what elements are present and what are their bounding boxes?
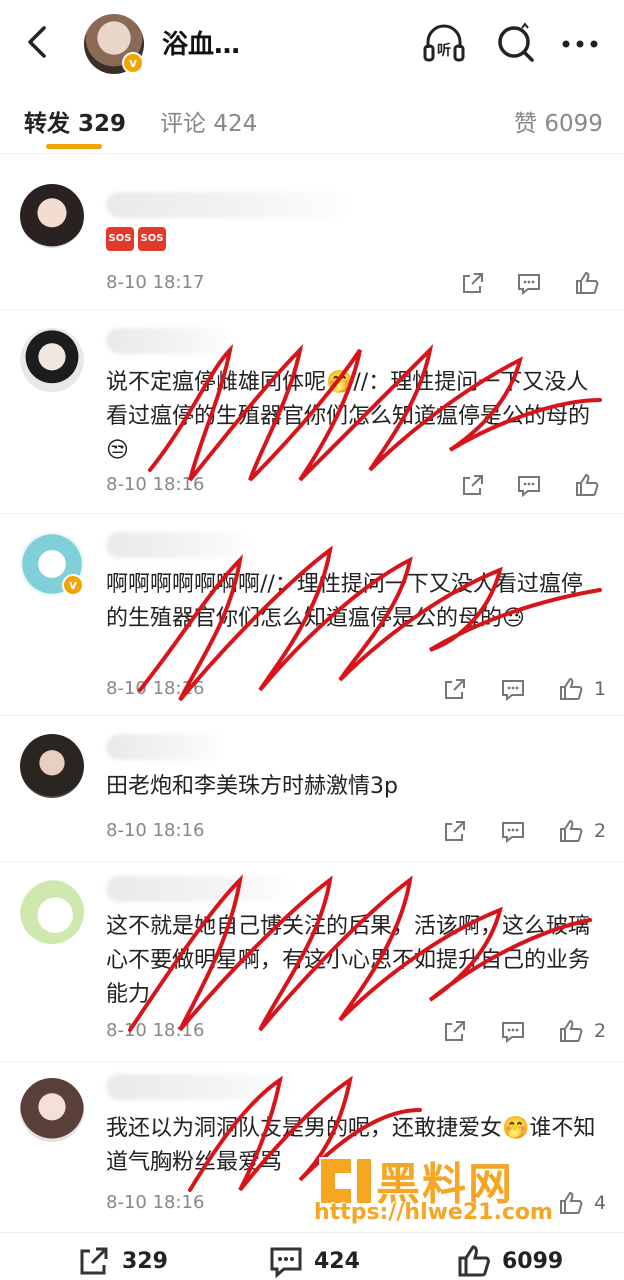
comment-icon[interactable] bbox=[500, 676, 526, 702]
like-icon[interactable] bbox=[558, 676, 584, 702]
repost-icon[interactable] bbox=[460, 270, 486, 296]
comment-time: 8-10 18:16 bbox=[106, 678, 205, 699]
bottom-comment-button[interactable]: 424 bbox=[268, 1241, 360, 1280]
bottom-like-button[interactable]: 6099 bbox=[456, 1241, 563, 1280]
comment-icon[interactable] bbox=[516, 270, 542, 296]
comment-time: 8-10 18:16 bbox=[106, 474, 205, 495]
comment-item: v 啊啊啊啊啊啊啊//：理性提问一下又没人看过瘟停的生殖器官你们怎么知道瘟停是公… bbox=[0, 518, 624, 716]
like-count: 1 bbox=[594, 678, 607, 700]
comment-item: 说不定瘟停雌雄同体呢🤭//：理性提问一下又没人看过瘟停的生殖器官你们怎么知道瘟停… bbox=[0, 314, 624, 514]
bottom-like-count: 6099 bbox=[502, 1248, 564, 1274]
commenter-name-blurred bbox=[106, 328, 236, 354]
comment-item: SOS SOS 8-10 18:17 bbox=[0, 170, 624, 310]
comment-item: 田老炮和李美珠方时赫激情3p 8-10 18:16 2 bbox=[0, 720, 624, 862]
bottom-action-bar: 329 424 6099 bbox=[0, 1232, 624, 1280]
comment-time: 8-10 18:17 bbox=[106, 272, 205, 293]
tab-likes[interactable]: 赞 6099 bbox=[514, 104, 603, 138]
like-icon[interactable] bbox=[574, 472, 600, 498]
like-icon bbox=[458, 1245, 490, 1277]
listen-label: 听 bbox=[437, 42, 451, 59]
like-icon[interactable] bbox=[558, 1018, 584, 1044]
tab-likes-label: 赞 bbox=[514, 111, 537, 137]
tab-bar: 转发 329 评论 424 赞 6099 bbox=[0, 84, 624, 154]
repost-icon[interactable] bbox=[460, 472, 486, 498]
bottom-comment-count: 424 bbox=[314, 1248, 360, 1274]
tab-comments-label: 评论 bbox=[160, 111, 206, 137]
tab-reposts[interactable]: 转发 329 bbox=[24, 104, 126, 138]
search-icon[interactable] bbox=[492, 20, 540, 68]
comment-icon[interactable] bbox=[500, 1018, 526, 1044]
page-title: 浴血… bbox=[162, 30, 241, 60]
verified-badge-icon: v bbox=[62, 574, 84, 596]
like-count: 2 bbox=[594, 820, 607, 842]
sos-emoji: SOS bbox=[106, 227, 134, 251]
top-bar: v 浴血… 听 bbox=[0, 0, 624, 84]
commenter-avatar[interactable] bbox=[20, 734, 84, 798]
like-icon[interactable] bbox=[558, 818, 584, 844]
tab-comments-count: 424 bbox=[213, 111, 258, 137]
repost-icon[interactable] bbox=[442, 818, 468, 844]
comment-time: 8-10 18:16 bbox=[106, 1020, 205, 1041]
comment-time: 8-10 18:16 bbox=[106, 820, 205, 841]
comment-icon bbox=[270, 1247, 302, 1279]
more-icon[interactable] bbox=[556, 20, 604, 68]
repost-icon[interactable] bbox=[442, 1018, 468, 1044]
commenter-avatar[interactable] bbox=[20, 184, 84, 248]
comment-text: 这不就是她自己博关注的后果，活该啊，这么玻璃心不要做明星啊，有这小心思不如提升自… bbox=[106, 914, 591, 1007]
commenter-name-blurred bbox=[106, 734, 226, 760]
comment-text: 说不定瘟停雌雄同体呢🤭//：理性提问一下又没人看过瘟停的生殖器官你们怎么知道瘟停… bbox=[106, 370, 591, 463]
comment-icon[interactable] bbox=[516, 472, 542, 498]
comment-item: 这不就是她自己博关注的后果，活该啊，这么玻璃心不要做明星啊，有这小心思不如提升自… bbox=[0, 866, 624, 1062]
sos-emoji: SOS bbox=[138, 227, 166, 251]
tab-comments[interactable]: 评论 424 bbox=[160, 104, 257, 138]
commenter-name-blurred bbox=[106, 532, 256, 558]
active-tab-indicator bbox=[46, 144, 102, 149]
comment-icon[interactable] bbox=[500, 818, 526, 844]
like-count: 2 bbox=[594, 1020, 607, 1042]
commenter-avatar[interactable] bbox=[20, 328, 84, 392]
headphones-icon[interactable]: 听 bbox=[420, 20, 468, 68]
repost-icon bbox=[80, 1247, 108, 1275]
commenter-name-blurred bbox=[106, 876, 296, 902]
like-icon[interactable] bbox=[574, 270, 600, 296]
verified-badge-icon: v bbox=[122, 52, 144, 74]
commenter-avatar[interactable] bbox=[20, 1078, 84, 1142]
bottom-repost-count: 329 bbox=[122, 1248, 168, 1274]
comment-time: 8-10 18:16 bbox=[106, 1192, 205, 1213]
commenter-name-blurred bbox=[106, 192, 356, 218]
comment-text: 啊啊啊啊啊啊啊//：理性提问一下又没人看过瘟停的生殖器官你们怎么知道瘟停是公的母… bbox=[106, 572, 583, 631]
tab-reposts-count: 329 bbox=[78, 111, 127, 137]
tab-likes-count: 6099 bbox=[544, 111, 603, 137]
bottom-repost-button[interactable]: 329 bbox=[76, 1241, 168, 1280]
repost-icon[interactable] bbox=[442, 676, 468, 702]
comment-text: 田老炮和李美珠方时赫激情3p bbox=[106, 774, 398, 799]
tab-reposts-label: 转发 bbox=[24, 111, 70, 137]
sos-emoji-group: SOS SOS bbox=[106, 226, 170, 251]
commenter-avatar[interactable] bbox=[20, 880, 84, 944]
commenter-name-blurred bbox=[106, 1074, 296, 1100]
back-arrow-icon[interactable] bbox=[18, 22, 54, 62]
watermark-url: https://hlwe21.com bbox=[314, 1200, 553, 1225]
